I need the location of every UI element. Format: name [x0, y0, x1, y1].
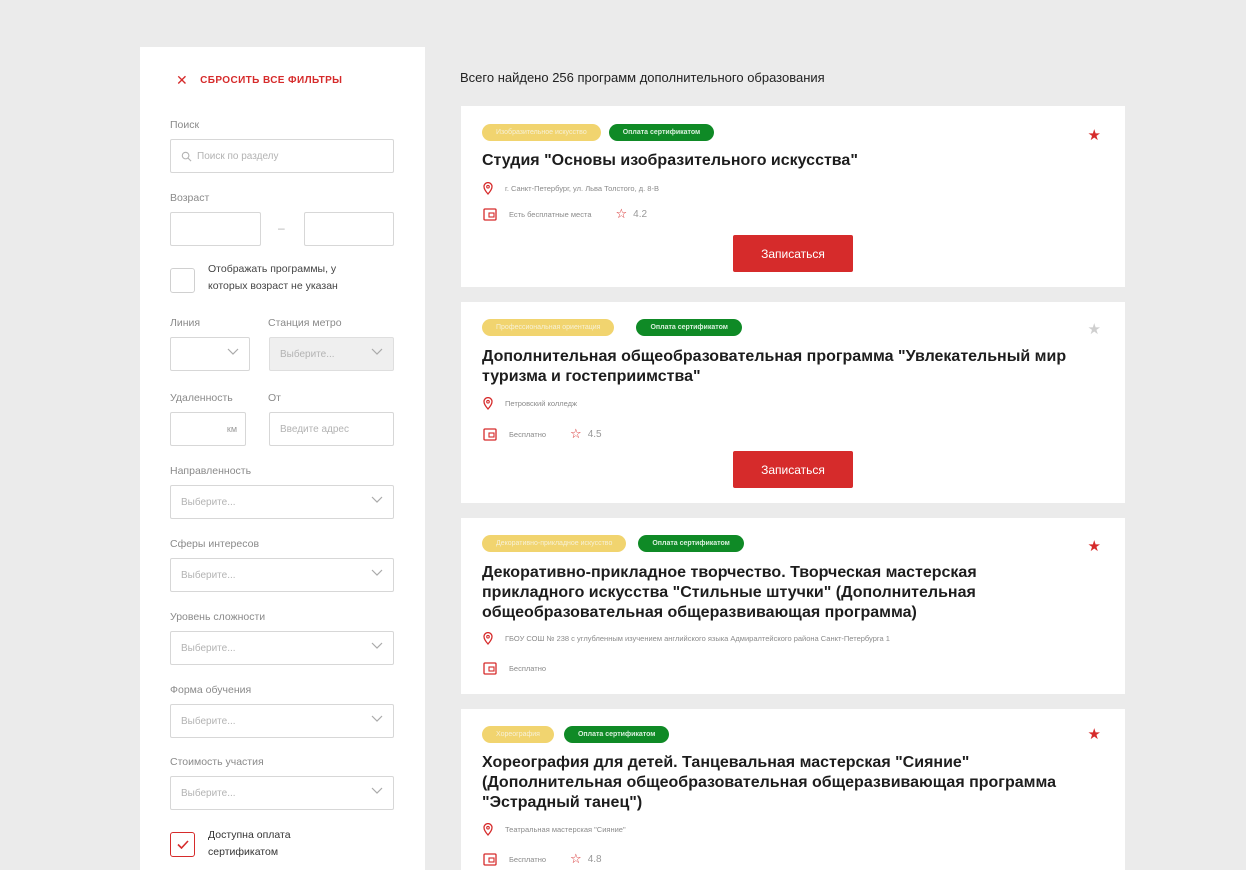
wallet-icon [483, 662, 497, 675]
certificate-tag: Оплата сертификатом [608, 124, 715, 141]
rating-star-icon: ☆ [570, 851, 582, 866]
category-tag: Профессиональная ориентация [482, 319, 615, 336]
checkmark-icon [176, 840, 189, 849]
program-address: Петровский колледж [505, 399, 578, 408]
category-tag: Изобразительное искусство [482, 124, 601, 141]
close-icon: ✕ [176, 72, 189, 88]
program-address: Театральная мастерская "Сияние" [505, 825, 626, 834]
program-address: ГБОУ СОШ № 238 с углубленным изучением а… [505, 634, 890, 643]
metro-placeholder: Выберите... [280, 348, 335, 360]
enroll-button[interactable]: Записаться [733, 451, 853, 488]
program-rating: 4.8 [587, 853, 602, 865]
category-tag: Декоративно-прикладное искусство [482, 535, 627, 552]
program-title[interactable]: Декоративно-прикладное творчество. Творч… [482, 563, 1082, 623]
cost-select[interactable]: Выберите... [170, 776, 394, 810]
km-unit: км [226, 424, 237, 434]
metro-label: Станция метро [268, 317, 342, 329]
level-placeholder: Выберите... [181, 642, 236, 654]
direction-label: Направленность [170, 465, 252, 477]
distance-label: Удаленность [170, 392, 233, 404]
chevron-down-icon [371, 642, 383, 652]
metro-select[interactable]: Выберите... [269, 337, 394, 371]
program-price: Есть бесплатные места [509, 209, 592, 219]
certificate-label: Доступна оплата сертификатом [208, 829, 291, 858]
age-to-input[interactable] [304, 212, 394, 246]
wallet-icon [483, 853, 497, 866]
wallet-icon [483, 208, 497, 221]
certificate-tag: Оплата сертификатом [563, 726, 670, 743]
line-label: Линия [170, 317, 201, 329]
program-card[interactable]: Хореография Оплата сертификатом ★ Хореог… [461, 709, 1125, 870]
chevron-down-icon [371, 348, 383, 358]
form-placeholder: Выберите... [181, 715, 236, 727]
age-dash: – [278, 221, 285, 235]
chevron-down-icon [371, 569, 383, 579]
search-icon [181, 151, 192, 161]
location-pin-icon [483, 632, 493, 645]
search-input[interactable]: Поиск по разделу [170, 139, 394, 173]
address-placeholder: Введите адрес [280, 423, 349, 435]
program-rating: 4.5 [587, 428, 602, 440]
distance-input[interactable]: км [170, 412, 246, 446]
chevron-down-icon [227, 348, 239, 358]
address-input[interactable]: Введите адрес [269, 412, 394, 446]
favorite-star-icon[interactable]: ★ [1088, 725, 1101, 743]
line-select[interactable] [170, 337, 250, 371]
show-no-age-checkbox[interactable] [170, 268, 195, 293]
program-title[interactable]: Хореография для детей. Танцевальная маст… [482, 753, 1082, 813]
show-no-age-label: Отображать программы, у которых возраст … [208, 263, 338, 292]
program-card[interactable]: Изобразительное искусство Оплата сертифи… [461, 106, 1125, 287]
location-pin-icon [483, 182, 493, 195]
level-label: Уровень сложности [170, 611, 266, 623]
age-label: Возраст [170, 192, 210, 204]
chevron-down-icon [371, 787, 383, 797]
form-select[interactable]: Выберите... [170, 704, 394, 738]
favorite-star-icon[interactable]: ★ [1088, 320, 1101, 338]
reset-filters-label: СБРОСИТЬ ВСЕ ФИЛЬТРЫ [200, 74, 343, 86]
chevron-down-icon [371, 715, 383, 725]
program-rating: 4.2 [633, 208, 648, 220]
cost-label: Стоимость участия [170, 756, 264, 768]
program-price: Бесплатно [509, 429, 547, 439]
location-pin-icon [483, 823, 493, 836]
interests-label: Сферы интересов [170, 538, 260, 550]
direction-placeholder: Выберите... [181, 496, 236, 508]
certificate-checkbox[interactable] [170, 832, 195, 857]
reset-filters-button[interactable]: ✕ СБРОСИТЬ ВСЕ ФИЛЬТРЫ [176, 73, 342, 87]
from-label: От [268, 392, 281, 404]
category-tag: Хореография [482, 726, 554, 743]
level-select[interactable]: Выберите... [170, 631, 394, 665]
favorite-star-icon[interactable]: ★ [1088, 126, 1101, 144]
program-price: Бесплатно [509, 854, 547, 864]
program-address: г. Санкт-Петербург, ул. Льва Толстого, д… [505, 184, 659, 193]
rating-star-icon: ☆ [570, 426, 582, 441]
program-title[interactable]: Студия "Основы изобразительного искусств… [482, 151, 1082, 171]
enroll-button[interactable]: Записаться [733, 235, 853, 272]
rating-star-icon: ☆ [615, 206, 628, 221]
program-price: Бесплатно [509, 663, 547, 673]
filters-sidebar: ✕ СБРОСИТЬ ВСЕ ФИЛЬТРЫ Поиск Поиск по ра… [140, 47, 425, 870]
age-from-input[interactable] [170, 212, 261, 246]
program-card[interactable]: Профессиональная ориентация Оплата серти… [461, 302, 1125, 503]
results-count: Всего найдено 256 программ дополнительно… [460, 70, 825, 85]
interests-select[interactable]: Выберите... [170, 558, 394, 592]
cost-placeholder: Выберите... [181, 787, 236, 799]
certificate-tag: Оплата сертификатом [636, 319, 742, 336]
search-placeholder: Поиск по разделу [197, 150, 279, 162]
form-label: Форма обучения [170, 684, 252, 696]
interests-placeholder: Выберите... [181, 569, 236, 581]
favorite-star-icon[interactable]: ★ [1088, 537, 1101, 555]
wallet-icon [483, 428, 497, 441]
chevron-down-icon [371, 496, 383, 506]
certificate-tag: Оплата сертификатом [638, 535, 744, 552]
location-pin-icon [483, 397, 493, 410]
program-card[interactable]: Декоративно-прикладное искусство Оплата … [461, 518, 1125, 694]
search-label: Поиск [170, 119, 200, 131]
program-title[interactable]: Дополнительная общеобразовательная прогр… [482, 347, 1082, 387]
direction-select[interactable]: Выберите... [170, 485, 394, 519]
